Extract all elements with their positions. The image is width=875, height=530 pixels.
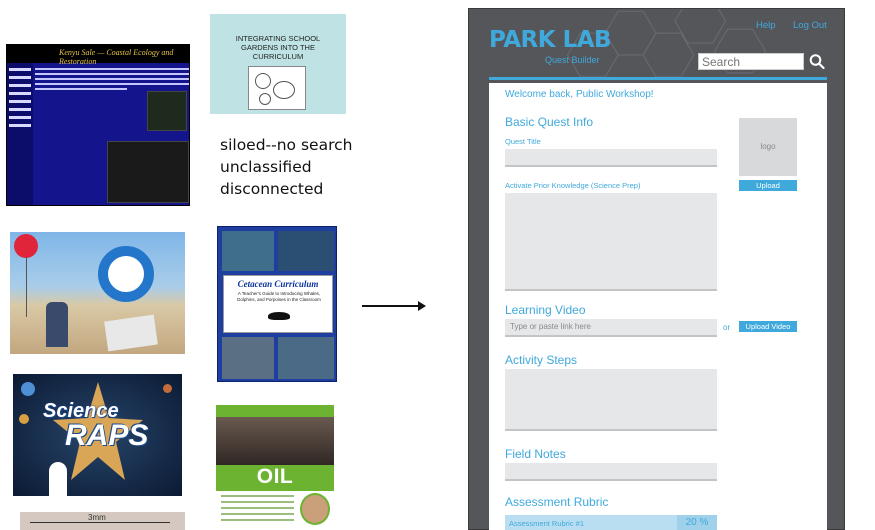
parklab-quest-builder-window: PARK LAB Quest Builder Help Log Out Welc… bbox=[468, 8, 845, 530]
quest-title-input[interactable] bbox=[505, 149, 717, 167]
basic-quest-info-heading: Basic Quest Info bbox=[505, 115, 594, 129]
school-gardens-thumbnail: INTEGRATING SCHOOL GARDENS INTO THE CURR… bbox=[210, 14, 346, 114]
balloon-shape bbox=[14, 234, 38, 258]
website-photo bbox=[147, 91, 187, 131]
person-shape bbox=[46, 302, 68, 347]
website-photo-2 bbox=[107, 141, 189, 203]
prior-knowledge-textarea[interactable] bbox=[505, 193, 717, 291]
website-sidebar bbox=[7, 63, 33, 205]
cetacean-subtitle: A Teacher's Guide to Introducing Whales,… bbox=[237, 291, 321, 302]
gardens-sketch bbox=[248, 66, 306, 110]
coastal-ecology-website-thumbnail: Kenyu Sale — Coastal Ecology and Restora… bbox=[6, 44, 190, 206]
oil-bloom-title: OIL BLOOM bbox=[216, 465, 334, 512]
oil-bloom-thumbnail: OIL BLOOM bbox=[216, 405, 334, 530]
upload-logo-button[interactable]: Upload bbox=[739, 180, 797, 191]
rubric-percent[interactable]: 20 % bbox=[677, 515, 717, 530]
website-banner-text: Kenyu Sale — Coastal Ecology and Restora… bbox=[59, 48, 174, 66]
activity-steps-heading: Activity Steps bbox=[505, 353, 578, 367]
learning-video-heading: Learning Video bbox=[505, 303, 586, 317]
assessment-rubric-row[interactable]: Assessment Rubric #1 20 % bbox=[505, 515, 717, 530]
quest-builder-subtitle: Quest Builder bbox=[545, 55, 600, 65]
oil-bloom-photo bbox=[216, 417, 334, 467]
header-divider bbox=[489, 77, 827, 80]
field-notes-input[interactable] bbox=[505, 463, 717, 481]
video-link-placeholder: Type or paste link here bbox=[510, 322, 591, 331]
search-input[interactable] bbox=[698, 53, 804, 70]
field-notes-heading: Field Notes bbox=[505, 447, 566, 461]
cetacean-curriculum-thumbnail: Cetacean Curriculum A Teacher's Guide to… bbox=[217, 226, 337, 382]
search-icon[interactable] bbox=[809, 53, 825, 70]
ruler-diagram-thumbnail: 3mm bbox=[20, 512, 185, 530]
activity-steps-textarea[interactable] bbox=[505, 369, 717, 431]
welcome-message: Welcome back, Public Workshop! bbox=[505, 89, 654, 100]
right-arrow-icon bbox=[362, 301, 426, 311]
beach-activity-photo bbox=[10, 232, 185, 354]
quest-title-label: Quest Title bbox=[505, 137, 541, 146]
quest-form-panel: Welcome back, Public Workshop! Basic Que… bbox=[489, 83, 827, 530]
help-link[interactable]: Help bbox=[756, 20, 776, 31]
portrait-photo bbox=[300, 493, 330, 525]
or-label: or bbox=[723, 323, 731, 332]
silo-line-2: unclassified bbox=[220, 158, 312, 176]
logout-link[interactable]: Log Out bbox=[793, 20, 827, 31]
cetacean-title: Cetacean Curriculum bbox=[237, 279, 319, 289]
video-link-input[interactable]: Type or paste link here bbox=[505, 319, 717, 337]
ruler-label: 3mm bbox=[88, 513, 106, 522]
tape-ring-shape bbox=[98, 246, 154, 302]
rabbit-silhouette bbox=[49, 462, 67, 496]
website-banner: Kenyu Sale — Coastal Ecology and Restora… bbox=[7, 45, 189, 66]
whale-icon bbox=[268, 312, 290, 320]
science-raps-thumbnail: Science RAPS bbox=[13, 374, 182, 496]
gardens-title: INTEGRATING SCHOOL GARDENS INTO THE CURR… bbox=[235, 34, 321, 61]
logo-placeholder: logo bbox=[739, 118, 797, 176]
assessment-rubric-heading: Assessment Rubric bbox=[505, 495, 609, 509]
cetacean-title-box: Cetacean Curriculum A Teacher's Guide to… bbox=[223, 275, 333, 333]
rubric-label: Assessment Rubric #1 bbox=[509, 519, 585, 528]
parklab-logo: PARK LAB bbox=[489, 27, 612, 53]
silo-line-3: disconnected bbox=[220, 180, 324, 198]
upload-video-button[interactable]: Upload Video bbox=[739, 321, 797, 332]
raps-title-line2: RAPS bbox=[65, 419, 149, 452]
silo-line-1: siloed--no search bbox=[220, 136, 353, 154]
bag-shape bbox=[104, 314, 158, 352]
logo-placeholder-label: logo bbox=[760, 142, 776, 151]
silo-description: siloed--no search unclassified disconnec… bbox=[220, 134, 352, 200]
prior-knowledge-label: Activate Prior Knowledge (Science Prep) bbox=[505, 181, 641, 190]
